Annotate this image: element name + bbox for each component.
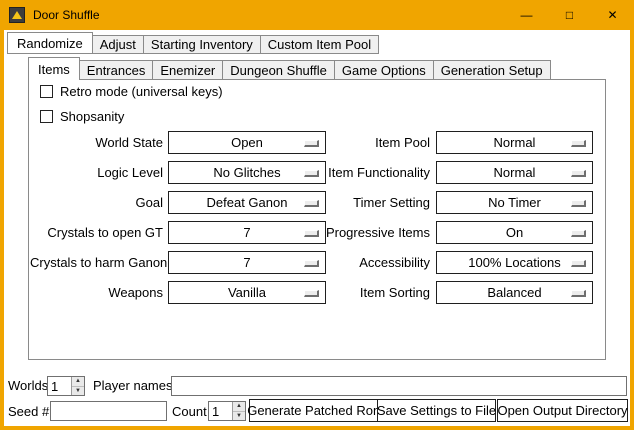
main-tab-bar: Randomize Adjust Starting Inventory Cust… [7, 32, 378, 54]
app-icon [9, 7, 25, 23]
timer-setting-label: Timer Setting [296, 191, 430, 214]
tab-randomize[interactable]: Randomize [7, 32, 93, 54]
minimize-button[interactable]: — [505, 0, 548, 30]
worlds-spinner[interactable]: ▲ ▼ [47, 376, 85, 396]
worlds-label: Worlds [8, 375, 48, 396]
retro-mode-row: Retro mode (universal keys) [40, 83, 223, 99]
dropdown-indicator-icon [571, 140, 586, 147]
seed-label: Seed # [8, 401, 49, 422]
count-label: Count [172, 401, 207, 422]
spinner-up-icon[interactable]: ▲ [233, 402, 245, 412]
player-names-input[interactable] [171, 376, 627, 396]
crystals-ganon-label: Crystals to harm Ganon [30, 251, 163, 274]
item-pool-dropdown[interactable]: Normal [436, 131, 593, 154]
tab-custom-item-pool[interactable]: Custom Item Pool [260, 35, 379, 54]
tab-generation-setup[interactable]: Generation Setup [433, 60, 551, 80]
tab-adjust[interactable]: Adjust [92, 35, 144, 54]
accessibility-label: Accessibility [296, 251, 430, 274]
shopsanity-row: Shopsanity [40, 108, 124, 124]
item-pool-label: Item Pool [296, 131, 430, 154]
window-controls: — □ ✕ [505, 0, 634, 30]
tab-items[interactable]: Items [28, 57, 80, 80]
close-button[interactable]: ✕ [591, 0, 634, 30]
worlds-input[interactable] [48, 377, 71, 395]
player-names-label: Player names [93, 375, 172, 396]
dropdown-indicator-icon [571, 290, 586, 297]
count-spinner[interactable]: ▲ ▼ [208, 401, 246, 421]
count-input[interactable] [209, 402, 232, 420]
dropdown-indicator-icon [571, 230, 586, 237]
open-output-button[interactable]: Open Output Directory [497, 399, 628, 422]
dropdown-indicator-icon [571, 200, 586, 207]
goal-label: Goal [30, 191, 163, 214]
shopsanity-checkbox[interactable] [40, 110, 53, 123]
worlds-spinner-buttons: ▲ ▼ [71, 377, 84, 395]
spinner-down-icon[interactable]: ▼ [72, 387, 84, 396]
generate-rom-button[interactable]: Generate Patched Rom [249, 399, 382, 422]
world-state-label: World State [30, 131, 163, 154]
retro-mode-label: Retro mode (universal keys) [60, 84, 223, 99]
item-functionality-label: Item Functionality [296, 161, 430, 184]
tab-entrances[interactable]: Entrances [79, 60, 154, 80]
spinner-down-icon[interactable]: ▼ [233, 412, 245, 421]
retro-mode-checkbox[interactable] [40, 85, 53, 98]
progressive-items-dropdown[interactable]: On [436, 221, 593, 244]
titlebar: Door Shuffle — □ ✕ [0, 0, 634, 30]
progressive-items-label: Progressive Items [296, 221, 430, 244]
logic-level-label: Logic Level [30, 161, 163, 184]
item-sorting-dropdown[interactable]: Balanced [436, 281, 593, 304]
tab-enemizer[interactable]: Enemizer [152, 60, 223, 80]
dropdown-indicator-icon [571, 260, 586, 267]
tab-game-options[interactable]: Game Options [334, 60, 434, 80]
accessibility-dropdown[interactable]: 100% Locations [436, 251, 593, 274]
triforce-icon [12, 11, 22, 19]
dropdown-indicator-icon [571, 170, 586, 177]
sub-tab-bar: Items Entrances Enemizer Dungeon Shuffle… [28, 57, 550, 80]
item-functionality-dropdown[interactable]: Normal [436, 161, 593, 184]
app-window: Door Shuffle — □ ✕ Randomize Adjust Star… [0, 0, 634, 430]
seed-input[interactable] [50, 401, 167, 421]
tab-starting-inventory[interactable]: Starting Inventory [143, 35, 261, 54]
window-title: Door Shuffle [33, 8, 100, 22]
count-spinner-buttons: ▲ ▼ [232, 402, 245, 420]
tab-dungeon-shuffle[interactable]: Dungeon Shuffle [222, 60, 335, 80]
shopsanity-label: Shopsanity [60, 109, 124, 124]
timer-setting-dropdown[interactable]: No Timer [436, 191, 593, 214]
item-sorting-label: Item Sorting [296, 281, 430, 304]
maximize-button[interactable]: □ [548, 0, 591, 30]
crystals-gt-label: Crystals to open GT [30, 221, 163, 244]
spinner-up-icon[interactable]: ▲ [72, 377, 84, 387]
save-settings-button[interactable]: Save Settings to File [377, 399, 496, 422]
weapons-label: Weapons [30, 281, 163, 304]
